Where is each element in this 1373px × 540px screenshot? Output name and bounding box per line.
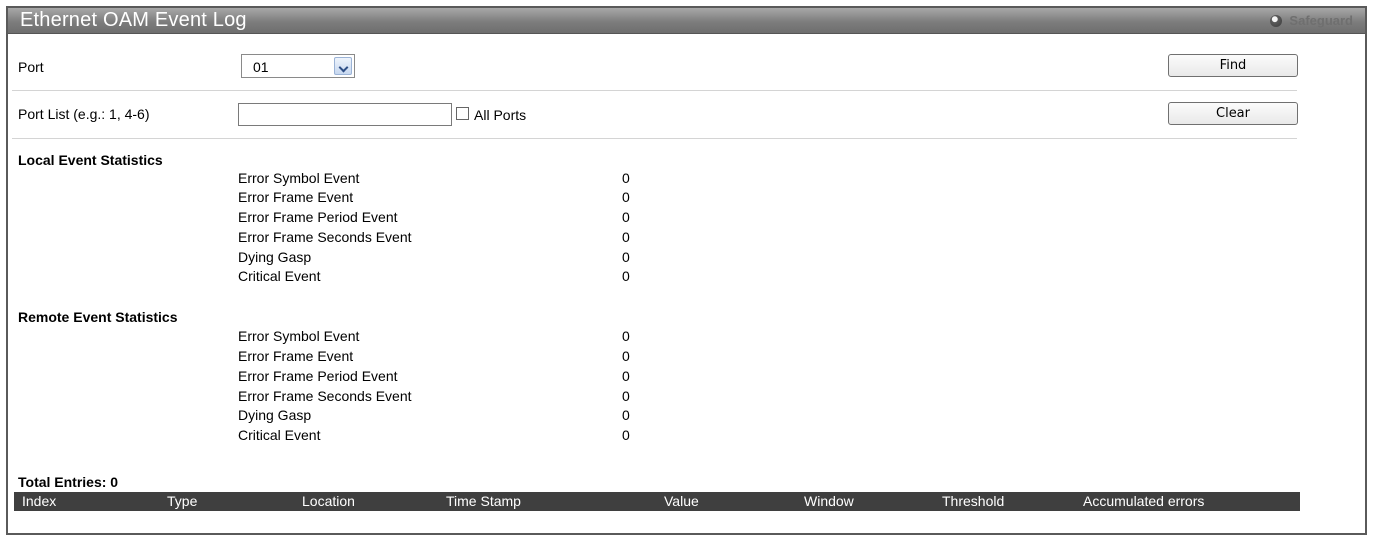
stat-name: Error Symbol Event (238, 170, 360, 186)
stat-name: Critical Event (238, 427, 321, 443)
column-header-accumulated-errors: Accumulated errors (1083, 493, 1205, 509)
remote-stat-row: Error Symbol Event 0 (232, 328, 652, 347)
page-title: Ethernet OAM Event Log (20, 9, 247, 31)
stat-name: Critical Event (238, 268, 321, 284)
port-list-label: Port List (e.g.: 1, 4-6) (18, 106, 150, 122)
local-stat-row: Error Frame Seconds Event 0 (232, 229, 652, 248)
local-stat-row: Error Frame Event 0 (232, 189, 652, 208)
local-stat-row: Error Symbol Event 0 (232, 170, 652, 189)
column-header-type: Type (167, 493, 198, 509)
table-header: Index Type Location Time Stamp Value Win… (14, 492, 1300, 511)
chevron-down-icon[interactable] (334, 57, 352, 75)
stat-value: 0 (622, 348, 630, 364)
stat-name: Error Frame Period Event (238, 368, 398, 384)
stat-value: 0 (622, 368, 630, 384)
local-stat-row: Critical Event 0 (232, 268, 652, 287)
stat-name: Dying Gasp (238, 407, 312, 423)
safeguard-label: Safeguard (1289, 13, 1353, 28)
divider (12, 138, 1297, 139)
stat-value: 0 (622, 427, 630, 443)
stat-value: 0 (622, 229, 630, 245)
stat-name: Error Frame Period Event (238, 209, 398, 225)
column-header-time-stamp: Time Stamp (446, 493, 521, 509)
local-stat-row: Error Frame Period Event 0 (232, 209, 652, 228)
title-bar: Ethernet OAM Event Log Safeguard (8, 8, 1365, 34)
event-log-panel: Ethernet OAM Event Log Safeguard (6, 6, 1367, 535)
safeguard-icon (1270, 14, 1283, 27)
column-header-index: Index (22, 493, 57, 509)
port-label: Port (18, 59, 44, 75)
stat-name: Error Frame Seconds Event (238, 229, 412, 245)
remote-event-statistics-heading: Remote Event Statistics (18, 309, 178, 325)
column-header-window: Window (804, 493, 854, 509)
local-stat-row: Dying Gasp 0 (232, 249, 652, 268)
stat-name: Error Frame Event (238, 189, 354, 205)
stat-value: 0 (622, 268, 630, 284)
remote-stat-row: Error Frame Seconds Event 0 (232, 388, 652, 407)
column-header-value: Value (664, 493, 699, 509)
port-list-input[interactable] (238, 103, 452, 126)
stat-name: Dying Gasp (238, 249, 312, 265)
remote-stat-row: Critical Event 0 (232, 427, 652, 446)
stat-value: 0 (622, 189, 630, 205)
total-entries: Total Entries: 0 (18, 474, 119, 490)
stat-value: 0 (622, 249, 630, 265)
stat-value: 0 (622, 209, 630, 225)
port-select[interactable]: 01 (241, 54, 355, 78)
port-select-value: 01 (253, 59, 269, 75)
stat-value: 0 (622, 328, 630, 344)
stat-value: 0 (622, 388, 630, 404)
all-ports-checkbox[interactable] (456, 107, 469, 120)
remote-stat-row: Error Frame Period Event 0 (232, 368, 652, 387)
stat-name: Error Frame Seconds Event (238, 388, 412, 404)
stat-value: 0 (622, 170, 630, 186)
find-button[interactable]: Find (1168, 54, 1298, 77)
clear-button[interactable]: Clear (1168, 102, 1298, 125)
divider (12, 90, 1297, 91)
stat-value: 0 (622, 407, 630, 423)
column-header-location: Location (302, 493, 355, 509)
local-event-statistics-heading: Local Event Statistics (18, 152, 163, 168)
all-ports-label: All Ports (474, 107, 527, 123)
safeguard-indicator: Safeguard (1270, 13, 1353, 28)
remote-stat-row: Dying Gasp 0 (232, 407, 652, 426)
column-header-threshold: Threshold (942, 493, 1005, 509)
stat-name: Error Frame Event (238, 348, 354, 364)
remote-stat-row: Error Frame Event 0 (232, 348, 652, 367)
stat-name: Error Symbol Event (238, 328, 360, 344)
